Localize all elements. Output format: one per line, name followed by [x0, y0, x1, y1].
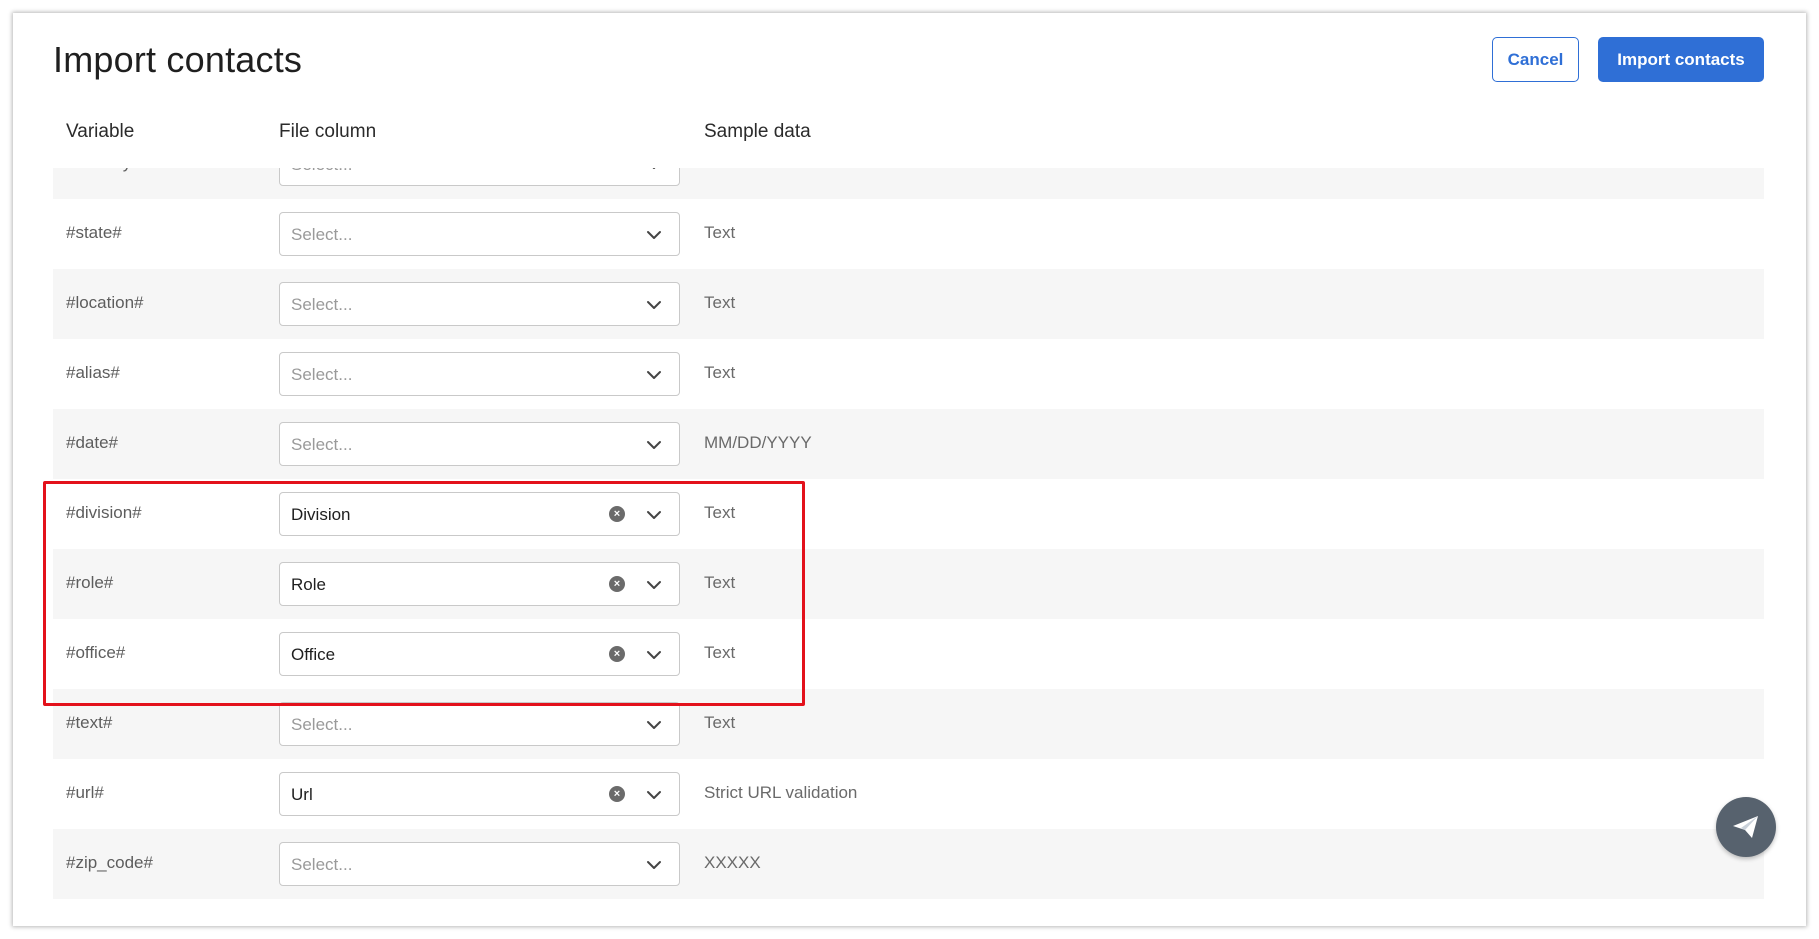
chevron-down-icon[interactable] [646, 578, 662, 590]
import-contacts-dialog: Import contacts Cancel Import contacts V… [13, 13, 1806, 926]
table-row: #country# Select... Text [53, 168, 1764, 199]
table-row: #url# Url × Strict URL validation [53, 759, 1764, 829]
variable-name: #division# [66, 503, 142, 523]
file-column-select[interactable]: Select... [279, 702, 680, 746]
sample-data: Text [704, 643, 735, 663]
variable-name: #text# [66, 713, 112, 733]
table-row: #alias# Select... Text [53, 339, 1764, 409]
chevron-down-icon[interactable] [646, 858, 662, 870]
chevron-down-icon[interactable] [646, 788, 662, 800]
selected-value: Url [291, 785, 313, 805]
sample-data: Text [704, 223, 735, 243]
table-row: #zip_code# Select... XXXXX [53, 829, 1764, 899]
sample-data: Text [704, 573, 735, 593]
chevron-down-icon[interactable] [646, 228, 662, 240]
clear-icon[interactable]: × [609, 646, 625, 662]
sample-data: Text [704, 503, 735, 523]
send-fab-button[interactable] [1716, 797, 1776, 857]
column-header-sample-data: Sample data [704, 121, 811, 143]
variable-name: #country# [66, 168, 141, 173]
chevron-down-icon[interactable] [646, 508, 662, 520]
table-row: #role# Role × Text [53, 549, 1764, 619]
file-column-select[interactable]: Division × [279, 492, 680, 536]
clear-icon[interactable]: × [609, 576, 625, 592]
variable-name: #date# [66, 433, 118, 453]
chevron-down-icon[interactable] [646, 368, 662, 380]
select-placeholder: Select... [291, 168, 352, 175]
file-column-select[interactable]: Select... [279, 212, 680, 256]
chevron-down-icon[interactable] [646, 168, 662, 170]
table-header: Variable File column Sample data [53, 121, 1764, 161]
selected-value: Office [291, 645, 335, 665]
clear-icon[interactable]: × [609, 506, 625, 522]
send-icon [1731, 814, 1761, 840]
sample-data: Text [704, 168, 735, 173]
chevron-down-icon[interactable] [646, 718, 662, 730]
table-row: #date# Select... MM/DD/YYYY [53, 409, 1764, 479]
clear-icon[interactable]: × [609, 786, 625, 802]
table-row: #text# Select... Text [53, 689, 1764, 759]
table-row: #office# Office × Text [53, 619, 1764, 689]
file-column-select[interactable]: Select... [279, 842, 680, 886]
sample-data: Text [704, 363, 735, 383]
sample-data: MM/DD/YYYY [704, 433, 812, 453]
select-placeholder: Select... [291, 295, 352, 315]
select-placeholder: Select... [291, 435, 352, 455]
file-column-select[interactable]: Url × [279, 772, 680, 816]
variable-name: #office# [66, 643, 125, 663]
selected-value: Division [291, 505, 351, 525]
file-column-select[interactable]: Role × [279, 562, 680, 606]
variable-name: #state# [66, 223, 122, 243]
select-placeholder: Select... [291, 715, 352, 735]
selected-value: Role [291, 575, 326, 595]
variable-name: #zip_code# [66, 853, 153, 873]
variable-name: #location# [66, 293, 144, 313]
file-column-select[interactable]: Select... [279, 168, 680, 186]
variable-name: #alias# [66, 363, 120, 383]
sample-data: Text [704, 713, 735, 733]
mapping-table-body[interactable]: #country# Select... Text #state# Select... Te… [53, 168, 1764, 926]
select-placeholder: Select... [291, 225, 352, 245]
column-header-variable: Variable [66, 121, 134, 143]
page-title: Import contacts [53, 39, 302, 81]
chevron-down-icon[interactable] [646, 298, 662, 310]
sample-data: XXXXX [704, 853, 761, 873]
chevron-down-icon[interactable] [646, 438, 662, 450]
table-row: #division# Division × Text [53, 479, 1764, 549]
column-header-file-column: File column [279, 121, 376, 143]
chevron-down-icon[interactable] [646, 648, 662, 660]
select-placeholder: Select... [291, 365, 352, 385]
select-placeholder: Select... [291, 855, 352, 875]
variable-name: #role# [66, 573, 113, 593]
file-column-select[interactable]: Select... [279, 422, 680, 466]
file-column-select[interactable]: Office × [279, 632, 680, 676]
table-row: #state# Select... Text [53, 199, 1764, 269]
sample-data: Text [704, 293, 735, 313]
file-column-select[interactable]: Select... [279, 282, 680, 326]
table-row: #location# Select... Text [53, 269, 1764, 339]
cancel-button[interactable]: Cancel [1492, 37, 1579, 82]
variable-name: #url# [66, 783, 104, 803]
sample-data: Strict URL validation [704, 783, 857, 803]
file-column-select[interactable]: Select... [279, 352, 680, 396]
import-contacts-button[interactable]: Import contacts [1598, 37, 1764, 82]
